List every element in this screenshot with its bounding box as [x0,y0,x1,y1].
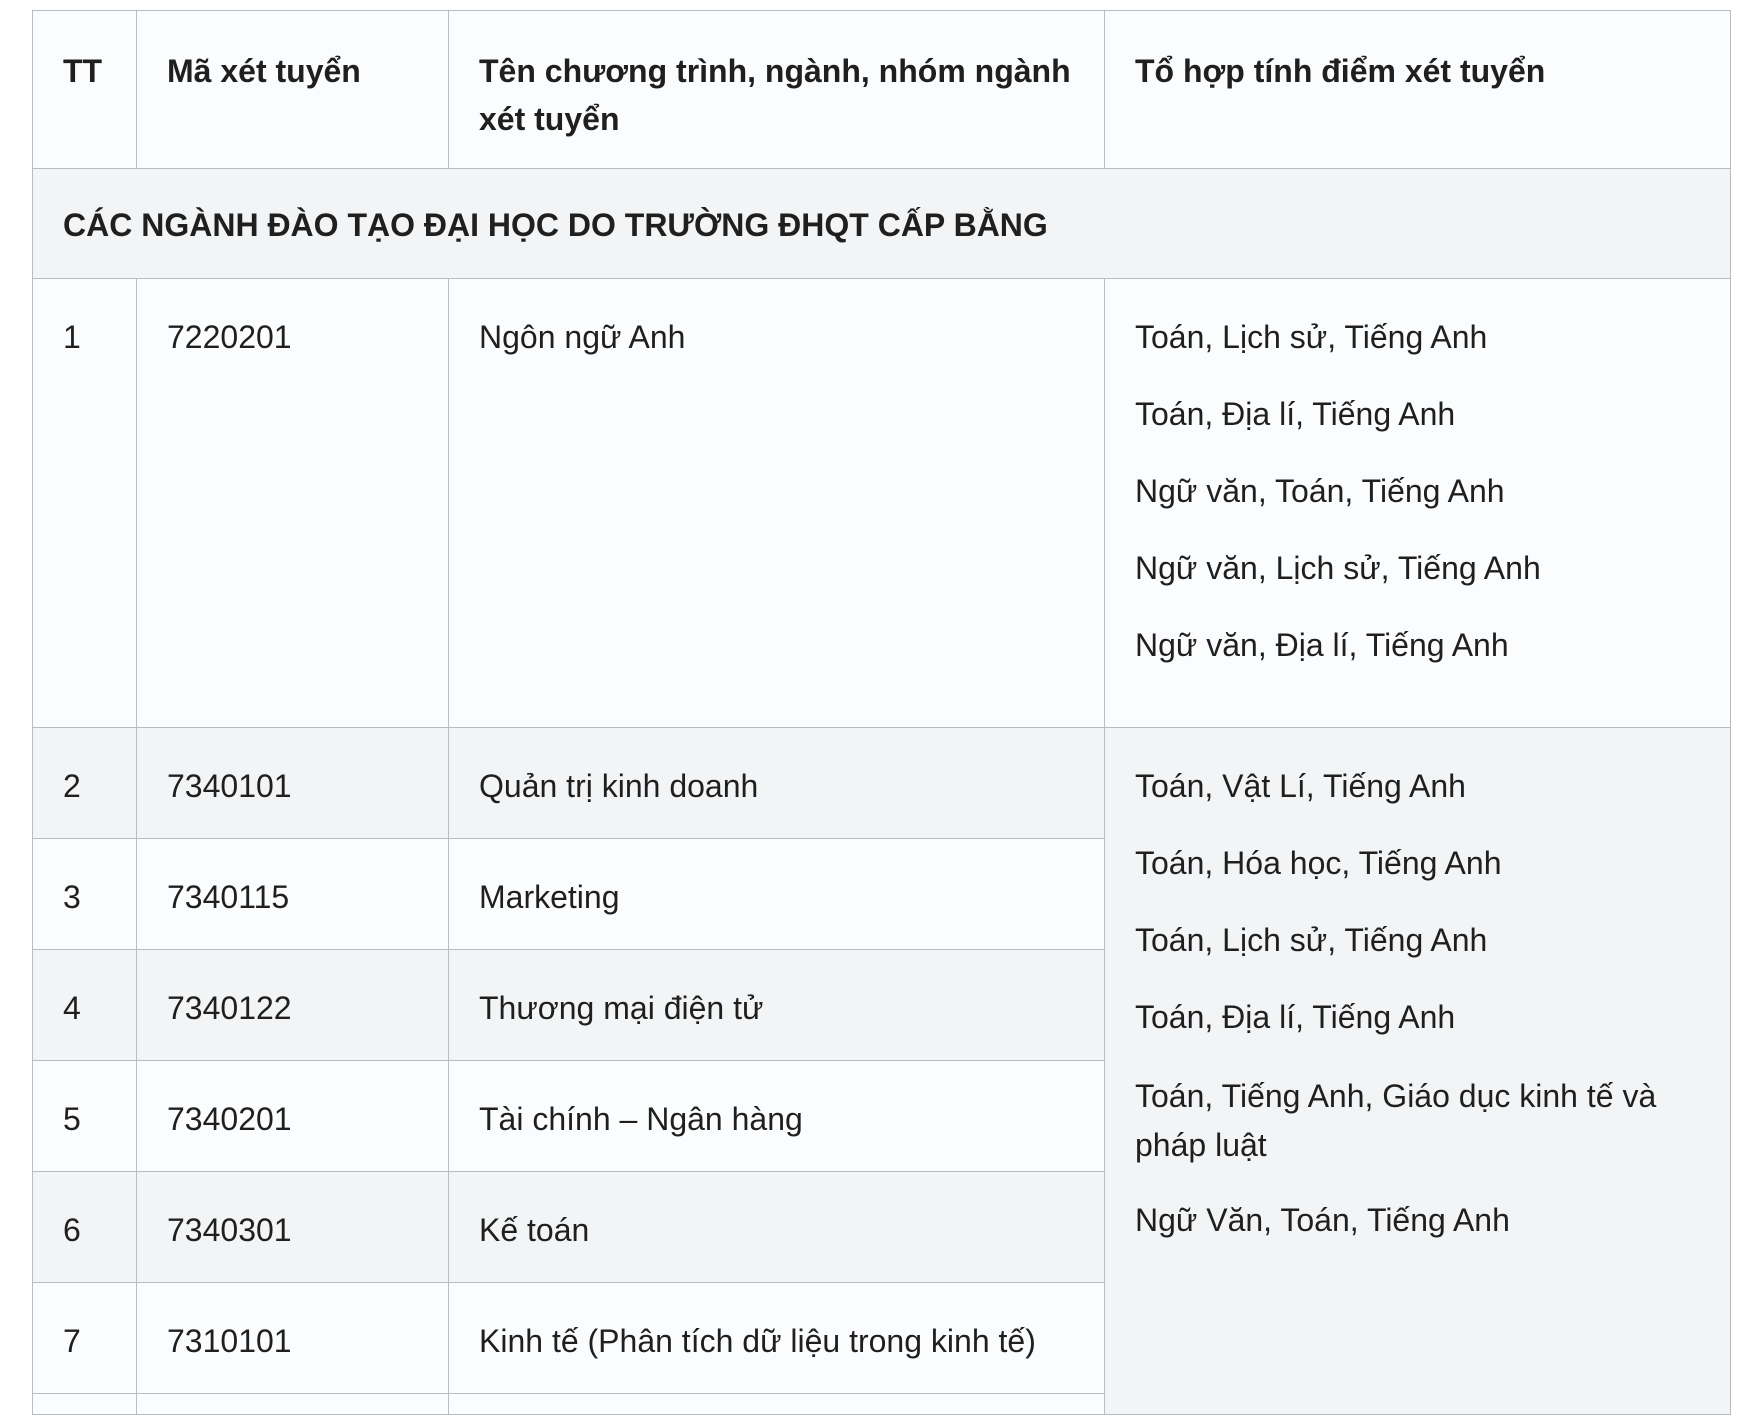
row-program: Quản trị kinh doanh [448,727,1105,839]
row-code: 7340115 [136,838,449,950]
row-program: Kinh tế (Phân tích dữ liệu trong kinh tế… [448,1282,1105,1394]
header-tt: TT [32,10,137,169]
row-program: Tài chính – Ngân hàng [448,1060,1105,1172]
combination-list: Toán, Vật Lí, Tiếng Anh Toán, Hóa học, T… [1104,727,1731,1415]
row-tt: 6 [32,1171,137,1283]
row-tt: 4 [32,949,137,1061]
combination-item: Toán, Lịch sử, Tiếng Anh [1135,319,1488,355]
header-code: Mã xét tuyển [136,10,449,169]
combination-list: Toán, Lịch sử, Tiếng Anh Toán, Địa lí, T… [1104,278,1731,728]
combination-item: Toán, Tiếng Anh, Giáo dục kinh tế và phá… [1135,1078,1657,1163]
combination-item: Toán, Địa lí, Tiếng Anh [1135,999,1456,1035]
row-code: 7340101 [136,727,449,839]
row-program: Ngôn ngữ Anh [448,278,1105,728]
row-code: 7310101 [136,1282,449,1394]
row-tt: 1 [32,278,137,728]
header-program: Tên chương trình, ngành, nhóm ngành xét … [448,10,1105,169]
combination-item: Ngữ văn, Lịch sử, Tiếng Anh [1135,550,1541,586]
combination-item: Toán, Địa lí, Tiếng Anh [1135,396,1456,432]
table-row: 2 7340101 Quản trị kinh doanh Toán, Vật … [32,727,1731,1415]
section-row: CÁC NGÀNH ĐÀO TẠO ĐẠI HỌC DO TRƯỜNG ĐHQT… [32,168,1731,279]
combination-item: Ngữ văn, Địa lí, Tiếng Anh [1135,627,1509,663]
combination-item: Toán, Lịch sử, Tiếng Anh [1135,922,1488,958]
header-combination: Tổ hợp tính điểm xét tuyển [1104,10,1731,169]
row-tt: 3 [32,838,137,950]
row-code: 7340122 [136,949,449,1061]
combination-item: Ngữ Văn, Toán, Tiếng Anh [1135,1202,1510,1238]
row-code: 7340301 [136,1171,449,1283]
admission-table-container: TT Mã xét tuyển Tên chương trình, ngành,… [32,10,1731,1415]
combination-item: Toán, Hóa học, Tiếng Anh [1135,845,1502,881]
row-code: 7220201 [136,278,449,728]
row-program: Marketing [448,838,1105,950]
row-tt: 5 [32,1060,137,1172]
admission-table: TT Mã xét tuyển Tên chương trình, ngành,… [32,10,1731,1415]
section-title: CÁC NGÀNH ĐÀO TẠO ĐẠI HỌC DO TRƯỜNG ĐHQT… [32,168,1731,279]
table-header-row: TT Mã xét tuyển Tên chương trình, ngành,… [32,10,1731,169]
combination-item: Toán, Vật Lí, Tiếng Anh [1135,768,1466,804]
row-program: Kế toán [448,1171,1105,1283]
row-code: 7340201 [136,1060,449,1172]
table-row: 1 7220201 Ngôn ngữ Anh Toán, Lịch sử, Ti… [32,278,1731,728]
combination-item: Ngữ văn, Toán, Tiếng Anh [1135,473,1505,509]
row-tt: 2 [32,727,137,839]
row-program: Thương mại điện tử [448,949,1105,1061]
row-tt: 7 [32,1282,137,1394]
